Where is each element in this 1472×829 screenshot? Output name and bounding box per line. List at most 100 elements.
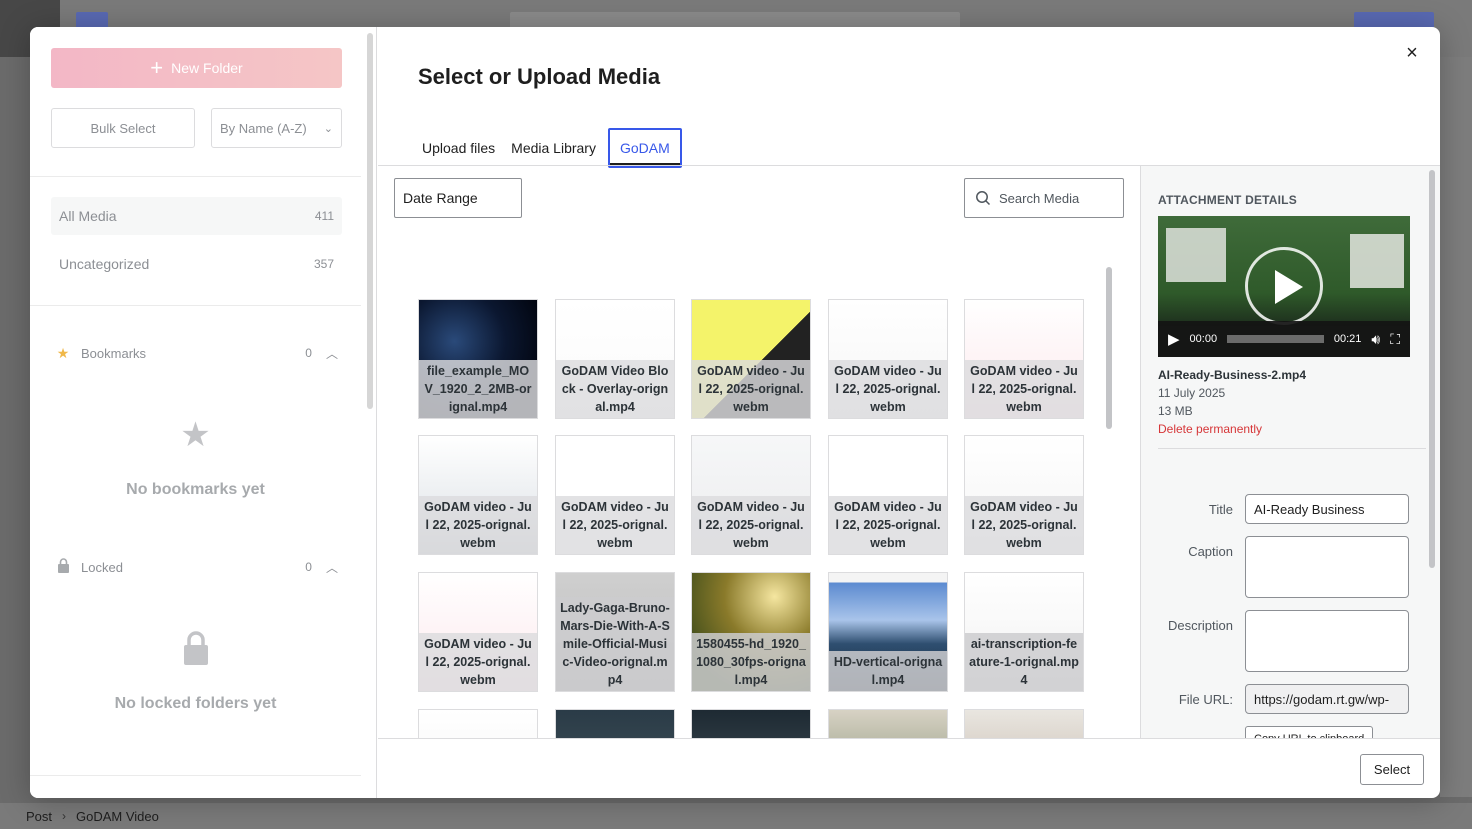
media-item[interactable] xyxy=(828,709,948,739)
media-grid: file_example_MOV_1920_2_2MB-orignal.mp4 G… xyxy=(378,219,1140,739)
media-item-caption: 1580455-hd_1920_1080_30fps-orignal.mp4 xyxy=(692,633,810,691)
media-item[interactable]: GoDAM video - Jul 22, 2025-orignal.webm xyxy=(418,435,538,555)
media-modal: + New Folder Bulk Select By Name (A-Z) ⌄… xyxy=(30,27,1440,798)
bookmarks-label: Bookmarks xyxy=(81,345,147,361)
close-button[interactable]: × xyxy=(1400,41,1424,65)
bulk-select-button[interactable]: Bulk Select xyxy=(51,108,195,148)
media-item[interactable]: 1580455-hd_1920_1080_30fps-orignal.mp4 xyxy=(691,572,811,692)
media-item-caption: GoDAM video - Jul 22, 2025-orignal.webm xyxy=(829,360,947,418)
date-range-button[interactable]: Date Range xyxy=(394,178,522,218)
folder-item-label: Uncategorized xyxy=(59,256,150,272)
media-thumbnail xyxy=(692,710,810,739)
sort-select-value: By Name (A-Z) xyxy=(220,120,307,136)
media-item[interactable]: GoDAM video - Jul 22, 2025-orignal.webm xyxy=(555,435,675,555)
video-current-time: 00:00 xyxy=(1189,333,1218,345)
modal-title: Select or Upload Media xyxy=(418,64,661,89)
folder-item-label: All Media xyxy=(59,208,117,224)
file-url-label: File URL: xyxy=(1178,692,1233,707)
description-label: Description xyxy=(1167,618,1233,633)
media-tabs: Upload files Media Library GoDAM xyxy=(418,128,682,168)
play-icon[interactable]: ▶ xyxy=(1168,330,1180,348)
media-item-caption: file_example_MOV_1920_2_2MB-orignal.mp4 xyxy=(419,360,537,418)
folder-item-all-media[interactable]: All Media 411 xyxy=(51,197,342,235)
lock-icon xyxy=(30,631,361,674)
media-item[interactable]: GoDAM video - Jul 22, 2025-orignal.webm xyxy=(964,299,1084,419)
locked-label: Locked xyxy=(81,559,123,575)
video-player[interactable]: ▶ 00:00 00:21 🔊︎ ⛶ xyxy=(1158,216,1410,357)
media-item[interactable]: GoDAM video - Jul 22, 2025-orignal.webm xyxy=(418,572,538,692)
close-icon: × xyxy=(1406,41,1418,64)
search-input[interactable]: Search Media xyxy=(964,178,1124,218)
media-grid-scrollbar[interactable] xyxy=(1106,267,1112,429)
chevron-down-icon: ⌄ xyxy=(323,122,333,135)
locked-count: 0 xyxy=(305,560,312,574)
divider xyxy=(30,305,361,306)
media-item[interactable]: HD-vertical-orignal.mp4 xyxy=(828,572,948,692)
copy-url-button[interactable]: Copy URL to clipboard xyxy=(1245,726,1374,738)
footer-divider xyxy=(378,738,1440,739)
media-item[interactable]: GoDAM video - Jul 22, 2025-orignal.webm xyxy=(691,299,811,419)
tab-godam[interactable]: GoDAM xyxy=(607,128,682,168)
folder-item-count: 357 xyxy=(313,257,334,271)
media-thumbnail xyxy=(965,710,1083,739)
breadcrumb-item-block: GoDAM Video xyxy=(76,808,159,824)
media-frame: Select or Upload Media × Upload files Me… xyxy=(378,27,1440,798)
tab-media-library[interactable]: Media Library xyxy=(507,128,600,168)
title-label: Title xyxy=(1208,502,1233,517)
locked-section-header[interactable]: Locked 0 ︿ xyxy=(51,555,342,579)
video-controls: ▶ 00:00 00:21 🔊︎ ⛶ xyxy=(1158,321,1410,357)
tab-upload-files[interactable]: Upload files xyxy=(418,128,499,168)
media-item[interactable]: GoDAM video - Jul 22, 2025-orignal.webm xyxy=(691,435,811,555)
play-icon xyxy=(1275,270,1303,304)
media-item[interactable]: Lady-Gaga-Bruno-Mars-Die-With-A-Smile-Of… xyxy=(555,572,675,692)
description-textarea[interactable] xyxy=(1245,610,1409,672)
media-item[interactable]: GoDAM video - Jul 22, 2025-orignal.webm xyxy=(964,435,1084,555)
plus-icon: + xyxy=(150,55,164,80)
new-folder-label: New Folder xyxy=(171,60,243,76)
media-item[interactable]: GoDAM video - Jul 22, 2025-orignal.webm xyxy=(828,299,948,419)
caption-textarea[interactable] xyxy=(1245,536,1409,598)
media-item[interactable] xyxy=(964,709,1084,739)
title-input[interactable]: AI-Ready Business xyxy=(1245,494,1409,524)
star-icon: ★ xyxy=(180,416,211,454)
bookmarks-empty-text: No bookmarks yet xyxy=(126,481,265,498)
bookmarks-count: 0 xyxy=(305,346,312,360)
media-item-caption: ai-transcription-feature-1-orignal.mp4 xyxy=(965,633,1083,691)
star-icon: ★ xyxy=(56,344,70,361)
folder-scrollbar[interactable] xyxy=(367,33,373,409)
media-item-caption: GoDAM video - Jul 22, 2025-orignal.webm xyxy=(692,496,810,554)
file-url-input[interactable]: https://godam.rt.gw/wp- xyxy=(1245,684,1409,714)
editor-sidebar xyxy=(1440,57,1472,797)
media-item[interactable] xyxy=(418,709,538,739)
new-folder-button[interactable]: + New Folder xyxy=(51,48,342,88)
volume-icon[interactable]: 🔊︎ xyxy=(1371,331,1380,348)
video-progress-bar[interactable] xyxy=(1227,335,1324,343)
folder-item-uncategorized[interactable]: Uncategorized 357 xyxy=(51,245,342,283)
media-item-caption: Lady-Gaga-Bruno-Mars-Die-With-A-Smile-Of… xyxy=(556,597,674,691)
media-item[interactable]: GoDAM video - Jul 22, 2025-orignal.webm xyxy=(828,435,948,555)
media-item-caption: HD-vertical-orignal.mp4 xyxy=(829,651,947,691)
delete-permanently-link[interactable]: Delete permanently xyxy=(1158,422,1262,436)
chevron-up-icon[interactable]: ︿ xyxy=(326,559,338,576)
bookmarks-section-header[interactable]: ★ Bookmarks 0 ︿ xyxy=(51,341,342,365)
caption-label: Caption xyxy=(1188,544,1233,559)
chevron-up-icon[interactable]: ︿ xyxy=(326,345,338,362)
media-item[interactable]: ai-transcription-feature-1-orignal.mp4 xyxy=(964,572,1084,692)
attachment-details-heading: ATTACHMENT DETAILS xyxy=(1158,193,1297,207)
sort-select[interactable]: By Name (A-Z) ⌄ xyxy=(211,108,342,148)
video-frame-screen xyxy=(1350,234,1404,288)
breadcrumb-chevron-icon: › xyxy=(62,809,67,823)
divider xyxy=(30,775,361,776)
locked-empty-text: No locked folders yet xyxy=(114,695,277,712)
media-item[interactable]: file_example_MOV_1920_2_2MB-orignal.mp4 xyxy=(418,299,538,419)
media-thumbnail xyxy=(829,710,947,739)
media-item[interactable] xyxy=(555,709,675,739)
video-duration: 00:21 xyxy=(1333,333,1362,345)
fullscreen-icon[interactable]: ⛶ xyxy=(1390,331,1400,348)
select-button[interactable]: Select xyxy=(1360,754,1424,785)
media-item[interactable] xyxy=(691,709,811,739)
media-item[interactable]: GoDAM Video Block - Overlay-orignal.mp4 xyxy=(555,299,675,419)
details-scrollbar[interactable] xyxy=(1429,170,1435,568)
attachment-date: 11 July 2025 xyxy=(1158,386,1226,400)
video-frame-screen xyxy=(1166,228,1226,282)
